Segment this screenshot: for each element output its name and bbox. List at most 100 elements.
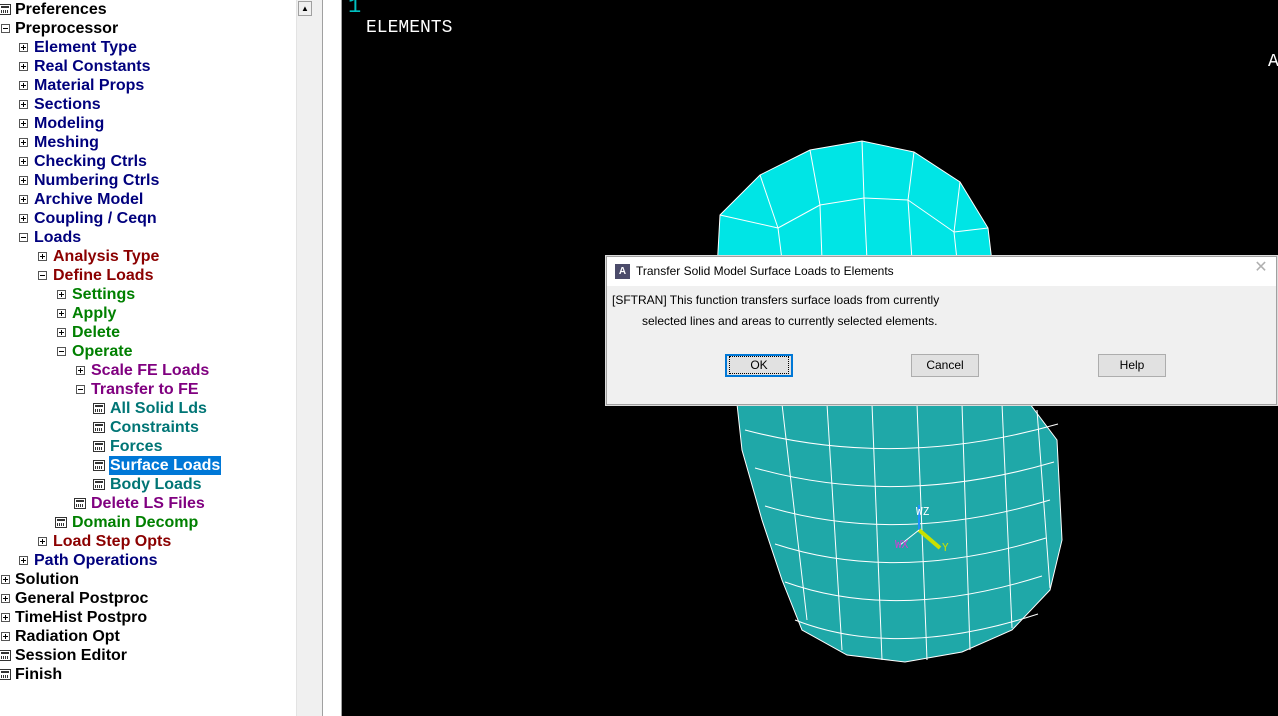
sftran-dialog: A Transfer Solid Model Surface Loads to …	[606, 256, 1277, 405]
tree-item-sections[interactable]: Sections	[0, 95, 296, 114]
expand-plus-icon[interactable]	[19, 43, 28, 52]
tree-item-element-type[interactable]: Element Type	[0, 38, 296, 57]
dialog-message-line1: [SFTRAN] This function transfers surface…	[612, 293, 940, 307]
tree-item-preprocessor[interactable]: Preprocessor	[0, 19, 296, 38]
tree-item-load-step-opts[interactable]: Load Step Opts	[0, 532, 296, 551]
dialog-titlebar[interactable]: A Transfer Solid Model Surface Loads to …	[607, 257, 1276, 286]
expand-plus-icon[interactable]	[19, 176, 28, 185]
tree-item-label: Path Operations	[34, 552, 158, 569]
tree-item-coupling-ceqn[interactable]: Coupling / Ceqn	[0, 209, 296, 228]
tree-item-constraints[interactable]: Constraints	[0, 418, 296, 437]
expand-plus-icon[interactable]	[19, 214, 28, 223]
tree-item-label: Preferences	[15, 1, 107, 18]
collapse-minus-icon[interactable]	[1, 24, 10, 33]
tree-item-forces[interactable]: Forces	[0, 437, 296, 456]
expand-plus-icon[interactable]	[38, 252, 47, 261]
tree-item-label: Coupling / Ceqn	[34, 210, 157, 227]
collapse-minus-icon[interactable]	[19, 233, 28, 242]
tree-item-numbering-ctrls[interactable]: Numbering Ctrls	[0, 171, 296, 190]
collapse-minus-icon[interactable]	[38, 271, 47, 280]
tree-item-scale-fe-loads[interactable]: Scale FE Loads	[0, 361, 296, 380]
tree-item-label: General Postproc	[15, 590, 149, 607]
expand-plus-icon[interactable]	[57, 309, 66, 318]
tree-item-modeling[interactable]: Modeling	[0, 114, 296, 133]
graphics-window-border	[322, 0, 342, 716]
expand-plus-icon[interactable]	[19, 556, 28, 565]
tree-item-label: Domain Decomp	[72, 514, 199, 531]
tree-scrollbar[interactable]: ▲	[296, 0, 313, 716]
tree-item-preferences[interactable]: Preferences	[0, 0, 296, 19]
dialog-item-icon	[0, 669, 11, 680]
tree-item-label: Preprocessor	[15, 20, 119, 37]
expand-plus-icon[interactable]	[1, 575, 10, 584]
tree-item-label: Sections	[34, 96, 101, 113]
tree-item-label: Finish	[15, 666, 63, 683]
expand-plus-icon[interactable]	[19, 100, 28, 109]
scroll-up-arrow-icon[interactable]: ▲	[298, 1, 312, 16]
panel-splitter[interactable]	[313, 0, 322, 716]
expand-plus-icon[interactable]	[19, 157, 28, 166]
dialog-item-icon	[93, 441, 105, 452]
plot-title: ELEMENTS	[366, 18, 453, 38]
triad-y-label: Y	[942, 541, 949, 554]
expand-plus-icon[interactable]	[57, 290, 66, 299]
tree-item-delete[interactable]: Delete	[0, 323, 296, 342]
close-icon[interactable]: ✕	[1254, 260, 1268, 276]
tree-item-analysis-type[interactable]: Analysis Type	[0, 247, 296, 266]
tree-item-real-constants[interactable]: Real Constants	[0, 57, 296, 76]
dialog-item-icon	[93, 403, 105, 414]
tree-item-label: Meshing	[34, 134, 99, 151]
expand-plus-icon[interactable]	[38, 537, 47, 546]
expand-plus-icon[interactable]	[1, 632, 10, 641]
collapse-minus-icon[interactable]	[76, 385, 85, 394]
collapse-minus-icon[interactable]	[57, 347, 66, 356]
tree-item-body-loads[interactable]: Body Loads	[0, 475, 296, 494]
tree-item-label: Analysis Type	[53, 248, 160, 265]
tree-item-label: Radiation Opt	[15, 628, 120, 645]
expand-plus-icon[interactable]	[1, 594, 10, 603]
tree-item-material-props[interactable]: Material Props	[0, 76, 296, 95]
expand-plus-icon[interactable]	[19, 62, 28, 71]
ok-button[interactable]: OK	[725, 354, 793, 377]
tree-item-label: Material Props	[34, 77, 145, 94]
tree-item-delete-ls-files[interactable]: Delete LS Files	[0, 494, 296, 513]
help-button[interactable]: Help	[1098, 354, 1166, 377]
tree-item-timehist-postpro[interactable]: TimeHist Postpro	[0, 608, 296, 627]
dialog-item-icon	[74, 498, 86, 509]
tree-item-define-loads[interactable]: Define Loads	[0, 266, 296, 285]
expand-plus-icon[interactable]	[1, 613, 10, 622]
tree-item-all-solid-lds[interactable]: All Solid Lds	[0, 399, 296, 418]
tree-item-operate[interactable]: Operate	[0, 342, 296, 361]
tree-item-session-editor[interactable]: Session Editor	[0, 646, 296, 665]
tree-item-label: Real Constants	[34, 58, 151, 75]
cancel-button[interactable]: Cancel	[911, 354, 979, 377]
tree-item-label: Scale FE Loads	[91, 362, 210, 379]
tree-item-radiation-opt[interactable]: Radiation Opt	[0, 627, 296, 646]
expand-plus-icon[interactable]	[19, 138, 28, 147]
tree-item-meshing[interactable]: Meshing	[0, 133, 296, 152]
expand-plus-icon[interactable]	[57, 328, 66, 337]
tree-item-general-postproc[interactable]: General Postproc	[0, 589, 296, 608]
tree-item-loads[interactable]: Loads	[0, 228, 296, 247]
tree-item-apply[interactable]: Apply	[0, 304, 296, 323]
tree-item-path-operations[interactable]: Path Operations	[0, 551, 296, 570]
tree-item-checking-ctrls[interactable]: Checking Ctrls	[0, 152, 296, 171]
dialog-item-icon	[0, 4, 11, 15]
tree-item-label: All Solid Lds	[110, 400, 207, 417]
expand-plus-icon[interactable]	[76, 366, 85, 375]
tree-item-settings[interactable]: Settings	[0, 285, 296, 304]
tree-item-solution[interactable]: Solution	[0, 570, 296, 589]
tree-item-domain-decomp[interactable]: Domain Decomp	[0, 513, 296, 532]
tree-item-surface-loads[interactable]: Surface Loads	[0, 456, 296, 475]
expand-plus-icon[interactable]	[19, 81, 28, 90]
main-menu-tree: Preferences Preprocessor Element Type Real …	[0, 0, 296, 716]
tree-item-transfer-to-fe[interactable]: Transfer to FE	[0, 380, 296, 399]
expand-plus-icon[interactable]	[19, 119, 28, 128]
tree-item-archive-model[interactable]: Archive Model	[0, 190, 296, 209]
tree-item-label: Define Loads	[53, 267, 154, 284]
dialog-item-icon	[0, 650, 11, 661]
dialog-item-icon	[55, 517, 67, 528]
tree-item-finish[interactable]: Finish	[0, 665, 296, 684]
expand-plus-icon[interactable]	[19, 195, 28, 204]
dialog-item-icon	[93, 422, 105, 433]
